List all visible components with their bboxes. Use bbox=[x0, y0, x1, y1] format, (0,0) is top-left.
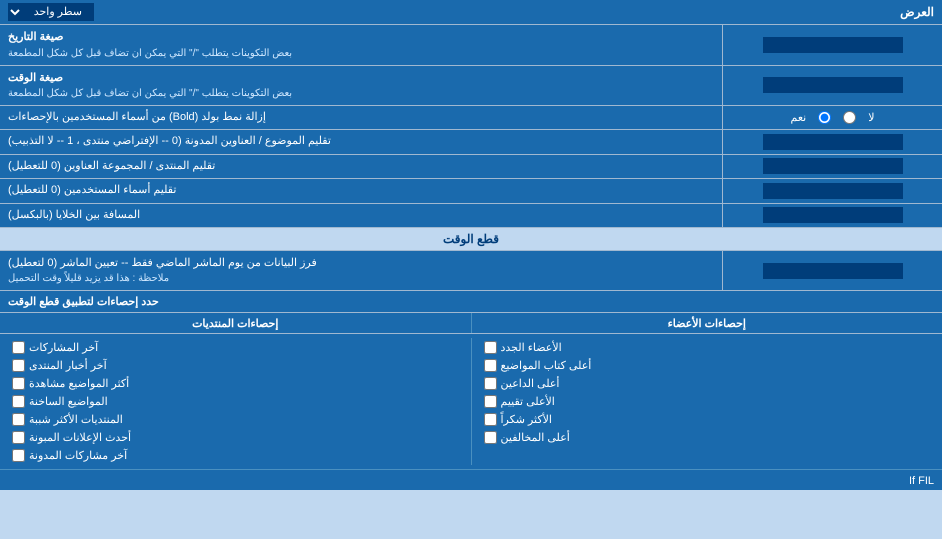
top-inviters-checkbox[interactable] bbox=[484, 377, 497, 390]
radio-yes-label: نعم bbox=[791, 111, 807, 124]
limit-label: حدد إحصاءات لتطبيق قطع الوقت bbox=[8, 295, 159, 308]
checkbox-item-hot-topics: المواضيع الساخنة bbox=[8, 394, 463, 409]
date-format-sublabel: بعض التكوينات يتطلب "/" التي يمكن ان تضا… bbox=[8, 46, 292, 61]
time-format-label: صيغة الوقت bbox=[8, 70, 63, 87]
bottom-note: If FIL bbox=[909, 475, 934, 487]
checkbox-headers-row: إحصاءات الأعضاء إحصاءات المنتديات bbox=[0, 313, 942, 334]
time-cut-input[interactable]: 0 bbox=[763, 263, 903, 279]
top-rated-label: الأعلى تقييم bbox=[501, 395, 555, 408]
header-title: العرض bbox=[900, 5, 934, 19]
checkbox-item-top-violators: أعلى المخالفين bbox=[480, 430, 935, 445]
bottom-note-row: If FIL bbox=[0, 469, 942, 490]
top-violators-checkbox[interactable] bbox=[484, 431, 497, 444]
forum-order-row: 33 تقليم المنتدى / المجموعة العناوين (0 … bbox=[0, 155, 942, 179]
time-format-sublabel: بعض التكوينات يتطلب "/" التي يمكن ان تضا… bbox=[8, 86, 292, 101]
hot-topics-checkbox[interactable] bbox=[12, 395, 25, 408]
left-checkbox-col: الأعضاء الجدد أعلى كتاب المواضيع أعلى ال… bbox=[471, 338, 942, 465]
date-format-row: d-m صيغة التاريخ بعض التكوينات يتطلب "/"… bbox=[0, 25, 942, 66]
popular-forums-label: المنتديات الأكثر شببة bbox=[29, 413, 123, 426]
new-members-label: الأعضاء الجدد bbox=[501, 341, 562, 354]
topic-order-input[interactable]: 33 bbox=[763, 134, 903, 150]
time-format-row: H:i صيغة الوقت بعض التكوينات يتطلب "/" ا… bbox=[0, 66, 942, 107]
topic-order-row: 33 تقليم الموضوع / العناوين المدونة (0 -… bbox=[0, 130, 942, 154]
checkbox-item-last-posts: آخر المشاركات bbox=[8, 340, 463, 355]
top-writers-label: أعلى كتاب المواضيع bbox=[501, 359, 592, 372]
last-blog-posts-checkbox[interactable] bbox=[12, 449, 25, 462]
checkbox-item-new-members: الأعضاء الجدد bbox=[480, 340, 935, 355]
bold-radio-no[interactable] bbox=[843, 111, 856, 124]
bold-radio-yes[interactable] bbox=[818, 111, 831, 124]
forum-order-input[interactable]: 33 bbox=[763, 158, 903, 174]
checkboxes-area: الأعضاء الجدد أعلى كتاب المواضيع أعلى ال… bbox=[0, 334, 942, 469]
hot-topics-label: المواضيع الساخنة bbox=[29, 395, 108, 408]
user-names-input[interactable]: 0 bbox=[763, 183, 903, 199]
top-inviters-label: أعلى الداعين bbox=[501, 377, 560, 390]
left-col-header: إحصاءات الأعضاء bbox=[668, 318, 746, 330]
checkbox-item-latest-announcements: أحدث الإعلانات المبونة bbox=[8, 430, 463, 445]
forum-order-label: تقليم المنتدى / المجموعة العناوين (0 للت… bbox=[8, 159, 215, 174]
last-posts-label: آخر المشاركات bbox=[29, 341, 98, 354]
time-format-input[interactable]: H:i bbox=[763, 77, 903, 93]
date-format-input[interactable]: d-m bbox=[763, 37, 903, 53]
last-blog-posts-label: آخر مشاركات المدونة bbox=[29, 449, 127, 462]
date-format-label: صيغة التاريخ bbox=[8, 29, 63, 46]
checkbox-item-last-blog-posts: آخر مشاركات المدونة bbox=[8, 448, 463, 463]
checkbox-item-top-rated: الأعلى تقييم bbox=[480, 394, 935, 409]
radio-no-label: لا bbox=[868, 111, 874, 124]
latest-announcements-checkbox[interactable] bbox=[12, 431, 25, 444]
popular-forums-checkbox[interactable] bbox=[12, 413, 25, 426]
checkbox-item-latest-news: آخر أخبار المنتدى bbox=[8, 358, 463, 373]
topic-order-label: تقليم الموضوع / العناوين المدونة (0 -- ا… bbox=[8, 134, 331, 149]
checkbox-item-popular-forums: المنتديات الأكثر شببة bbox=[8, 412, 463, 427]
bold-remove-row: لا نعم إزالة نمط بولد (Bold) من أسماء ال… bbox=[0, 106, 942, 130]
time-cut-label1: فرز البيانات من يوم الماشر الماضي فقط --… bbox=[8, 255, 317, 272]
user-names-label: تقليم أسماء المستخدمين (0 للتعطيل) bbox=[8, 183, 176, 198]
limit-row: حدد إحصاءات لتطبيق قطع الوقت bbox=[0, 291, 942, 313]
most-viewed-checkbox[interactable] bbox=[12, 377, 25, 390]
latest-news-label: آخر أخبار المنتدى bbox=[29, 359, 107, 372]
time-cut-row: 0 فرز البيانات من يوم الماشر الماضي فقط … bbox=[0, 251, 942, 292]
latest-news-checkbox[interactable] bbox=[12, 359, 25, 372]
new-members-checkbox[interactable] bbox=[484, 341, 497, 354]
checkbox-item-top-inviters: أعلى الداعين bbox=[480, 376, 935, 391]
time-section-header: قطع الوقت bbox=[0, 228, 942, 251]
user-names-row: 0 تقليم أسماء المستخدمين (0 للتعطيل) bbox=[0, 179, 942, 203]
most-thanked-checkbox[interactable] bbox=[484, 413, 497, 426]
bold-remove-label: إزالة نمط بولد (Bold) من أسماء المستخدمي… bbox=[8, 110, 266, 125]
most-thanked-label: الأكثر شكراً bbox=[501, 413, 552, 426]
checkbox-item-most-thanked: الأكثر شكراً bbox=[480, 412, 935, 427]
last-posts-checkbox[interactable] bbox=[12, 341, 25, 354]
gap-row: 2 المسافة بين الخلايا (بالبكسل) bbox=[0, 204, 942, 228]
header-row: العرض سطر واحد سطرين ثلاثة أسطر bbox=[0, 0, 942, 25]
gap-label: المسافة بين الخلايا (بالبكسل) bbox=[8, 208, 140, 223]
checkbox-item-top-writers: أعلى كتاب المواضيع bbox=[480, 358, 935, 373]
top-violators-label: أعلى المخالفين bbox=[501, 431, 570, 444]
right-col-header: إحصاءات المنتديات bbox=[192, 318, 278, 330]
top-writers-checkbox[interactable] bbox=[484, 359, 497, 372]
latest-announcements-label: أحدث الإعلانات المبونة bbox=[29, 431, 131, 444]
top-rated-checkbox[interactable] bbox=[484, 395, 497, 408]
main-container: العرض سطر واحد سطرين ثلاثة أسطر d-m صيغة… bbox=[0, 0, 942, 490]
display-select[interactable]: سطر واحد سطرين ثلاثة أسطر bbox=[8, 3, 94, 21]
checkbox-item-most-viewed: أكثر المواضيع مشاهدة bbox=[8, 376, 463, 391]
gap-input[interactable]: 2 bbox=[763, 207, 903, 223]
right-checkbox-col: آخر المشاركات آخر أخبار المنتدى أكثر الم… bbox=[0, 338, 471, 465]
most-viewed-label: أكثر المواضيع مشاهدة bbox=[29, 377, 129, 390]
time-cut-label2: ملاحظة : هذا قد يزيد قليلاً وقت التحميل bbox=[8, 271, 169, 286]
